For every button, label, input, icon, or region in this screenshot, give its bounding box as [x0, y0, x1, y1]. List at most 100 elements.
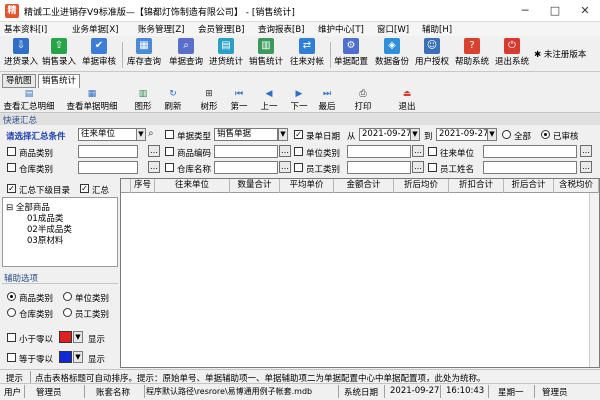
- chevron-down-icon[interactable]: ▼: [73, 331, 83, 343]
- menu-account-mgmt[interactable]: 账务管理[Z]: [138, 23, 184, 35]
- unit-category-checkbox[interactable]: [294, 147, 303, 156]
- search-icon[interactable]: ⌕: [148, 128, 160, 141]
- chevron-down-icon[interactable]: ▼: [487, 128, 497, 141]
- doc-config-button[interactable]: ⚙ 单据配置: [333, 38, 369, 70]
- picker-button[interactable]: …: [279, 161, 291, 173]
- less-than-zero-color-swatch[interactable]: [59, 331, 72, 343]
- picker-button[interactable]: …: [580, 161, 592, 173]
- prev-button[interactable]: ◀ 上一: [256, 89, 282, 112]
- menu-business-docs[interactable]: 业务单据[X]: [72, 23, 118, 35]
- column-header[interactable]: 金额合计: [334, 179, 394, 193]
- column-header[interactable]: 平均单价: [280, 179, 334, 193]
- summary-condition-select[interactable]: 往来单位: [78, 128, 138, 141]
- help-button[interactable]: ? 帮助系统: [454, 38, 490, 70]
- option-unit-category-radio[interactable]: [63, 292, 72, 301]
- tree-item[interactable]: 03原材料: [27, 234, 63, 246]
- column-header[interactable]: 折后合计: [504, 179, 554, 193]
- tab-sales-stats[interactable]: 销售统计: [38, 74, 81, 88]
- picker-button[interactable]: …: [412, 145, 424, 157]
- staff-name-input[interactable]: [483, 161, 577, 174]
- menu-basic-data[interactable]: 基本资料[I]: [4, 23, 47, 35]
- menu-window[interactable]: 窗口[W]: [377, 23, 409, 35]
- column-header[interactable]: 折后均价: [394, 179, 449, 193]
- doc-type-select[interactable]: 销售单据: [214, 128, 278, 141]
- status-audited-radio[interactable]: [541, 130, 550, 139]
- warehouse-name-checkbox[interactable]: [165, 163, 174, 172]
- last-button[interactable]: ⏭ 最后: [314, 89, 340, 112]
- menu-maintenance[interactable]: 维护中心[T]: [318, 23, 364, 35]
- close-button[interactable]: ✕: [570, 0, 600, 22]
- column-header[interactable]: 含税均价: [554, 179, 599, 193]
- backup-button[interactable]: ◈ 数据备份: [374, 38, 410, 70]
- picker-button[interactable]: …: [148, 161, 160, 173]
- equal-zero-checkbox[interactable]: [7, 353, 16, 362]
- date-label: 录单日期: [306, 132, 341, 142]
- column-header[interactable]: 折扣合计: [449, 179, 504, 193]
- chart-button[interactable]: ▥ 图形: [130, 89, 156, 112]
- view-doc-detail-button[interactable]: ▦ 查看单据明细: [57, 89, 127, 112]
- next-button[interactable]: ▶ 下一: [286, 89, 312, 112]
- exit-system-button[interactable]: ⏻ 退出系统: [494, 38, 530, 70]
- unit-category-input[interactable]: [347, 145, 411, 158]
- staff-category-input[interactable]: [347, 161, 411, 174]
- option-product-category-radio[interactable]: [7, 292, 16, 301]
- partner-unit-checkbox[interactable]: [428, 147, 437, 156]
- column-header[interactable]: 序号: [131, 179, 155, 193]
- refresh-button[interactable]: ↻ 刷新: [160, 89, 186, 112]
- stock-in-button[interactable]: ⇩ 进货录入: [3, 38, 39, 70]
- sales-entry-button[interactable]: ⇧ 销售录入: [41, 38, 77, 70]
- product-code-input[interactable]: [214, 145, 278, 158]
- chevron-down-icon[interactable]: ▼: [278, 128, 288, 141]
- user-auth-button[interactable]: ☺ 用户授权: [414, 38, 450, 70]
- equal-zero-color-swatch[interactable]: [59, 351, 72, 363]
- inventory-query-button[interactable]: ▦ 库存查询: [126, 38, 162, 70]
- print-button[interactable]: ⎙ 打印: [350, 89, 376, 112]
- reconcile-button[interactable]: ⇄ 往来对帐: [288, 38, 326, 70]
- chevron-down-icon[interactable]: ▼: [73, 351, 83, 363]
- tab-navigation[interactable]: 导航图: [2, 74, 36, 88]
- doc-query-button[interactable]: ⌕ 单据查询: [167, 38, 205, 70]
- chevron-down-icon[interactable]: ▼: [136, 128, 146, 141]
- first-button[interactable]: ⏮ 第一: [226, 89, 252, 112]
- summary-subdirs-checkbox[interactable]: ✓: [7, 184, 16, 193]
- staff-name-checkbox[interactable]: [428, 163, 437, 172]
- view-summary-detail-button[interactable]: ▤ 查看汇总明细: [3, 89, 55, 112]
- product-code-checkbox[interactable]: [165, 147, 174, 156]
- warehouse-category-input[interactable]: [78, 161, 138, 174]
- column-header[interactable]: 数量合计: [230, 179, 280, 193]
- maximize-button[interactable]: □: [540, 0, 570, 22]
- tree-button[interactable]: ⊞ 树形: [196, 89, 222, 112]
- warehouse-name-input[interactable]: [214, 161, 278, 174]
- picker-button[interactable]: …: [279, 145, 291, 157]
- picker-button[interactable]: …: [580, 145, 592, 157]
- date-from-input[interactable]: 2021-09-27: [359, 128, 411, 141]
- picker-button[interactable]: …: [148, 145, 160, 157]
- minimize-button[interactable]: ─: [510, 0, 540, 22]
- menu-member-mgmt[interactable]: 会员管理[B]: [198, 23, 244, 35]
- purchase-stats-button[interactable]: ▤ 进货统计: [208, 38, 244, 70]
- warehouse-category-checkbox[interactable]: [7, 163, 16, 172]
- exit-report-button[interactable]: ⏏ 退出: [394, 89, 420, 112]
- sales-stats-icon: ▥: [258, 38, 274, 54]
- column-header[interactable]: 往来单位: [155, 179, 230, 193]
- picker-button[interactable]: …: [412, 161, 424, 173]
- product-category-input[interactable]: [78, 145, 138, 158]
- status-all-radio[interactable]: [502, 130, 511, 139]
- option-staff-category-radio[interactable]: [63, 308, 72, 317]
- sales-stats-button[interactable]: ▥ 销售统计: [248, 38, 284, 70]
- menu-query-reports[interactable]: 查询报表[B]: [258, 23, 304, 35]
- date-to-input[interactable]: 2021-09-27: [436, 128, 488, 141]
- audit-button[interactable]: ✔ 单据审核: [80, 38, 118, 70]
- collapse-icon[interactable]: ⊟: [6, 203, 13, 213]
- staff-category-checkbox[interactable]: [294, 163, 303, 172]
- less-than-zero-checkbox[interactable]: [7, 333, 16, 342]
- vertical-scrollbar[interactable]: [589, 193, 599, 367]
- doc-type-checkbox[interactable]: [165, 130, 174, 139]
- product-category-checkbox[interactable]: [7, 147, 16, 156]
- summary-checkbox[interactable]: ✓: [80, 184, 89, 193]
- date-checkbox[interactable]: ✓: [294, 130, 303, 139]
- menu-help[interactable]: 辅助[H]: [422, 23, 452, 35]
- partner-unit-input[interactable]: [483, 145, 577, 158]
- chevron-down-icon[interactable]: ▼: [410, 128, 420, 141]
- option-warehouse-category-radio[interactable]: [7, 308, 16, 317]
